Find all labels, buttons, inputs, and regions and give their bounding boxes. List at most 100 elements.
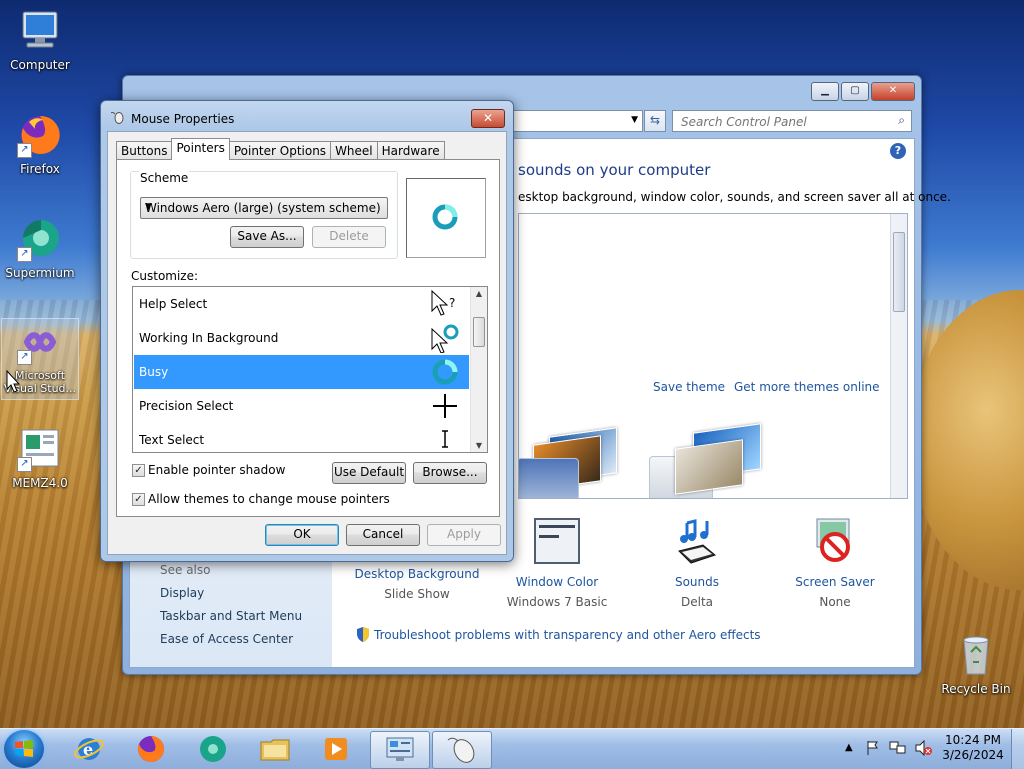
minimize-button[interactable]: ▁ — [811, 82, 839, 101]
mouse-pointer-icon — [6, 370, 20, 393]
scrollbar-thumb[interactable] — [473, 317, 485, 347]
troubleshoot-link[interactable]: Troubleshoot problems with transparency … — [374, 628, 761, 642]
scrollbar-thumb[interactable] — [893, 232, 905, 312]
taskbar-mouse-properties[interactable] — [432, 731, 492, 769]
desktop-icon-memz[interactable]: ↗ MEMZ4.0 — [2, 426, 78, 490]
tab-pointers[interactable]: Pointers — [171, 138, 230, 160]
taskbar-supermium[interactable] — [184, 731, 242, 767]
shortcut-arrow-icon: ↗ — [17, 457, 32, 472]
desktop-background-link[interactable]: Desktop Background Slide Show — [352, 567, 482, 601]
visual-studio-icon: ↗ — [17, 319, 63, 365]
address-bar[interactable]: ▼ — [501, 110, 643, 132]
search-icon[interactable]: ⌕ — [898, 113, 905, 128]
theme-thumbnail[interactable] — [519, 426, 623, 498]
working-in-background-cursor-icon — [431, 324, 459, 353]
theme-list[interactable]: Save theme Get more themes online — [518, 213, 908, 499]
ease-of-access-link[interactable]: Ease of Access Center — [160, 632, 293, 646]
page-heading: sounds on your computer — [518, 161, 711, 179]
chevron-down-icon[interactable]: ▼ — [631, 115, 638, 125]
pointer-name: Text Select — [139, 433, 205, 447]
scroll-up-icon[interactable]: ▲ — [471, 289, 487, 298]
help-icon[interactable]: ? — [890, 143, 906, 159]
tile-sublabel: Slide Show — [384, 587, 450, 601]
browse-button[interactable]: Browse... — [413, 462, 487, 484]
tile-sublabel: Windows 7 Basic — [506, 595, 608, 609]
action-center-flag-icon[interactable] — [865, 740, 881, 756]
scroll-down-icon[interactable]: ▼ — [471, 441, 487, 450]
taskbar-explorer[interactable] — [246, 731, 304, 767]
window-color-icon — [533, 517, 581, 565]
folder-icon — [260, 739, 290, 761]
media-player-icon — [325, 738, 347, 760]
desktop-icon-firefox[interactable]: ↗ Firefox — [2, 112, 78, 176]
tile-sublabel: Delta — [680, 595, 713, 609]
search-input[interactable] — [679, 114, 883, 130]
apply-button[interactable]: Apply — [427, 524, 501, 546]
window-caption-buttons: ▁ ▢ ✕ — [809, 82, 915, 101]
scheme-label: Scheme — [139, 171, 190, 185]
pointer-row-text-select[interactable]: Text Select — [134, 423, 469, 452]
tab-buttons[interactable]: Buttons — [116, 141, 173, 160]
use-default-button[interactable]: Use Default — [332, 462, 406, 484]
taskbar-control-panel[interactable] — [370, 731, 430, 769]
pointer-list[interactable]: Help Select ? Working In Background Busy… — [132, 286, 488, 453]
show-hidden-icons-icon[interactable]: ▲ — [845, 742, 853, 753]
ok-button[interactable]: OK — [265, 524, 339, 546]
refresh-button[interactable]: ⇆ — [644, 110, 666, 132]
tab-wheel[interactable]: Wheel — [330, 141, 378, 160]
pointer-row-help-select[interactable]: Help Select ? — [134, 287, 469, 321]
network-icon[interactable] — [889, 740, 907, 756]
theme-list-scrollbar[interactable] — [890, 214, 907, 498]
cancel-button[interactable]: Cancel — [346, 524, 420, 546]
theme-thumbnail[interactable] — [649, 423, 761, 498]
memz-icon: ↗ — [17, 426, 63, 472]
desktop-icon-computer[interactable]: Computer — [2, 8, 78, 72]
firefox-icon — [138, 736, 164, 762]
shortcut-arrow-icon: ↗ — [17, 350, 32, 365]
get-more-themes-link[interactable]: Get more themes online — [734, 380, 880, 394]
recycle-bin-icon — [953, 632, 999, 678]
desktop-icon-supermium[interactable]: ↗ Supermium — [2, 216, 78, 280]
sounds-tile[interactable]: Sounds Delta — [632, 517, 762, 609]
tab-pointer-options[interactable]: Pointer Options — [228, 141, 332, 160]
dialog-close-button[interactable]: ✕ — [471, 109, 505, 128]
pointers-tab-page: Scheme Windows Aero (large) (system sche… — [116, 159, 500, 517]
troubleshoot-link-row[interactable]: Troubleshoot problems with transparency … — [356, 627, 761, 642]
screen-saver-tile[interactable]: Screen Saver None — [770, 517, 900, 609]
pointer-row-working-in-background[interactable]: Working In Background — [134, 321, 469, 355]
tile-label: Sounds — [674, 575, 720, 589]
taskbar-media-player[interactable] — [308, 731, 366, 767]
enable-pointer-shadow-checkbox[interactable]: ✓ — [132, 464, 145, 477]
internet-explorer-icon: e — [74, 738, 104, 760]
desktop-icon-label: Recycle Bin — [941, 682, 1011, 696]
save-theme-link[interactable]: Save theme — [653, 380, 725, 394]
tab-hardware[interactable]: Hardware — [376, 141, 445, 160]
allow-themes-checkbox[interactable]: ✓ — [132, 493, 145, 506]
search-box[interactable]: ⌕ — [672, 110, 912, 132]
delete-button[interactable]: Delete — [312, 226, 386, 248]
display-link[interactable]: Display — [160, 586, 204, 600]
volume-muted-icon[interactable] — [915, 740, 933, 756]
maximize-button[interactable]: ▢ — [841, 82, 869, 101]
pointer-row-precision-select[interactable]: Precision Select — [134, 389, 469, 423]
sounds-icon — [673, 517, 721, 565]
system-clock[interactable]: 10:24 PM 3/26/2024 — [940, 733, 1006, 763]
save-as-button[interactable]: Save As... — [230, 226, 304, 248]
customize-label: Customize: — [131, 269, 199, 283]
start-button[interactable] — [4, 730, 44, 768]
windows-logo-icon — [15, 740, 33, 757]
control-panel-icon — [386, 737, 414, 761]
tile-label: Screen Saver — [795, 575, 875, 589]
taskbar-firefox[interactable] — [122, 731, 180, 767]
clock-date: 3/26/2024 — [942, 748, 1004, 762]
pointer-list-scrollbar[interactable]: ▲ ▼ — [470, 287, 487, 452]
show-desktop-button[interactable] — [1011, 729, 1024, 769]
dialog-title: Mouse Properties — [131, 112, 235, 126]
taskbar-internet-explorer[interactable]: e — [60, 731, 118, 767]
taskbar-start-menu-link[interactable]: Taskbar and Start Menu — [160, 609, 302, 623]
scheme-group: Scheme Windows Aero (large) (system sche… — [130, 171, 398, 259]
desktop-icon-recycle-bin[interactable]: Recycle Bin — [938, 632, 1014, 696]
close-button[interactable]: ✕ — [871, 82, 915, 101]
scheme-dropdown[interactable]: Windows Aero (large) (system scheme) ▼ — [140, 197, 388, 219]
pointer-row-busy[interactable]: Busy — [134, 355, 469, 389]
